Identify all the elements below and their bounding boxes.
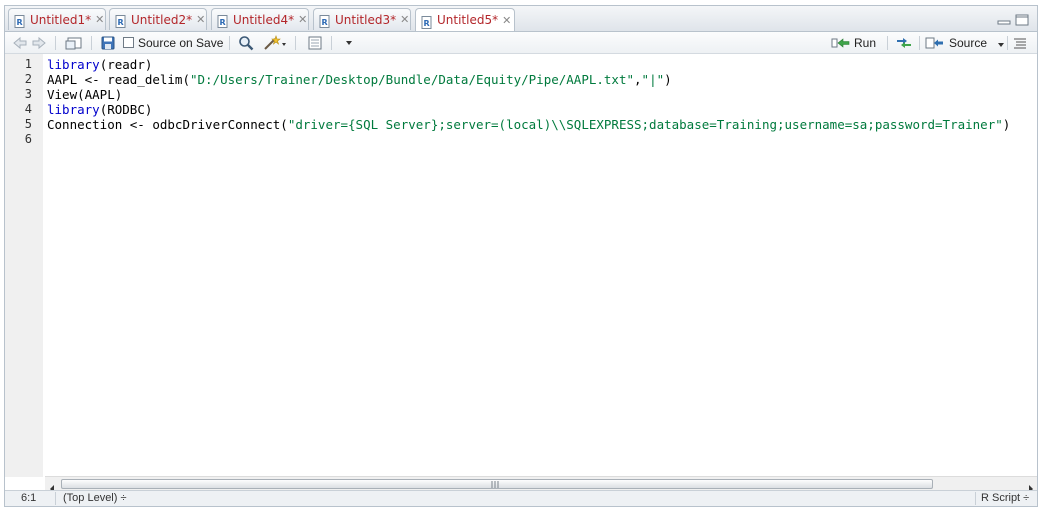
forward-arrow-icon[interactable] xyxy=(31,34,47,51)
show-in-window-icon[interactable] xyxy=(65,34,83,51)
tab-untitled2[interactable]: R Untitled2* ✕ xyxy=(109,8,207,30)
toolbar-separator xyxy=(1007,36,1008,50)
toolbar-separator xyxy=(887,36,888,50)
code-area[interactable]: library(readr) AAPL <- read_delim("D:/Use… xyxy=(47,54,1037,477)
r-script-icon: R xyxy=(319,13,331,28)
rerun-button[interactable] xyxy=(894,34,914,51)
save-icon[interactable] xyxy=(101,34,115,51)
code-line[interactable]: AAPL <- read_delim("D:/Users/Trainer/Des… xyxy=(47,72,672,87)
code-keyword: library xyxy=(47,102,100,117)
toolbar-separator xyxy=(919,36,920,50)
toolbar-separator xyxy=(55,36,56,50)
tab-label: Untitled3* xyxy=(335,12,397,27)
tab-label: Untitled2* xyxy=(131,12,193,27)
line-number-gutter: 123456 xyxy=(5,54,43,477)
code-token: Connection <- odbcDriverConnect( xyxy=(47,117,288,132)
code-string: "driver={SQL Server};server=(local)\\SQL… xyxy=(287,117,1003,132)
compile-report-icon[interactable] xyxy=(307,34,323,51)
tab-untitled1[interactable]: R Untitled1* ✕ xyxy=(8,8,106,30)
line-number: 2 xyxy=(24,72,32,86)
svg-text:R: R xyxy=(220,18,226,27)
code-tools-wand-icon[interactable] xyxy=(263,34,287,51)
back-arrow-icon[interactable] xyxy=(12,34,28,51)
tab-untitled3[interactable]: R Untitled3* ✕ xyxy=(313,8,411,30)
toolbar-separator xyxy=(331,36,332,50)
code-string: "D:/Users/Trainer/Desktop/Bundle/Data/Eq… xyxy=(190,72,635,87)
status-separator xyxy=(975,492,976,505)
source-on-save-checkbox[interactable] xyxy=(123,37,134,48)
svg-text:R: R xyxy=(322,18,328,27)
tab-bar: R Untitled1* ✕ R Untitled2* ✕ R Untitled… xyxy=(5,6,1037,32)
source-icon xyxy=(925,37,943,48)
maximize-icon[interactable] xyxy=(1015,11,1029,30)
tab-untitled4[interactable]: R Untitled4* ✕ xyxy=(211,8,309,30)
tab-label: Untitled1* xyxy=(30,12,92,27)
code-token: ) xyxy=(664,72,672,87)
r-script-icon: R xyxy=(421,14,433,29)
code-token: View(AAPL) xyxy=(47,87,123,102)
close-icon[interactable]: ✕ xyxy=(400,13,409,26)
status-separator xyxy=(55,492,56,505)
rerun-icon xyxy=(897,37,911,48)
code-string: "|" xyxy=(641,72,665,87)
search-icon[interactable] xyxy=(238,34,254,51)
source-editor-pane: R Untitled1* ✕ R Untitled2* ✕ R Untitled… xyxy=(4,5,1038,507)
code-token: AAPL <- read_delim( xyxy=(47,72,190,87)
r-script-icon: R xyxy=(217,13,229,28)
svg-text:R: R xyxy=(424,19,430,28)
line-number: 5 xyxy=(24,117,32,131)
horizontal-scrollbar[interactable] xyxy=(45,476,1037,493)
run-arrow-icon xyxy=(831,37,850,48)
svg-text:R: R xyxy=(17,18,23,27)
tab-untitled5[interactable]: R Untitled5* ✕ xyxy=(415,8,515,31)
r-script-icon: R xyxy=(14,13,26,28)
chevron-down-icon[interactable] xyxy=(997,33,1005,52)
tab-label: Untitled5* xyxy=(437,13,499,27)
scope-selector[interactable]: (Top Level) ÷ xyxy=(63,492,127,504)
scrollbar-thumb[interactable] xyxy=(61,479,933,489)
grip-icon xyxy=(491,481,499,488)
run-label: Run xyxy=(854,35,877,50)
code-editor[interactable]: 123456 library(readr) AAPL <- read_delim(… xyxy=(5,54,1037,477)
close-icon[interactable]: ✕ xyxy=(196,13,205,26)
source-label: Source xyxy=(949,35,988,50)
toolbar-separator xyxy=(295,36,296,50)
code-token: ) xyxy=(1002,117,1011,132)
file-type-selector[interactable]: R Script ÷ xyxy=(981,492,1029,504)
cursor-position: 6:1 xyxy=(21,492,37,504)
r-script-icon: R xyxy=(115,13,127,28)
code-line[interactable]: library(RODBC) xyxy=(47,102,152,117)
document-outline-icon[interactable] xyxy=(1013,34,1027,51)
code-line[interactable]: View(AAPL) xyxy=(47,87,122,102)
close-icon[interactable]: ✕ xyxy=(95,13,104,26)
code-token: (RODBC) xyxy=(99,102,153,117)
close-icon[interactable]: ✕ xyxy=(298,13,307,26)
editor-toolbar: Source on Save Run Source xyxy=(5,32,1037,54)
chevron-down-icon[interactable] xyxy=(345,34,353,51)
code-keyword: library xyxy=(47,57,100,72)
source-on-save-label: Source on Save xyxy=(138,35,224,50)
toolbar-separator xyxy=(229,36,230,50)
minimize-icon[interactable] xyxy=(997,11,1011,30)
toolbar-separator xyxy=(91,36,92,50)
line-number: 1 xyxy=(24,57,32,71)
pane-window-controls xyxy=(997,11,1029,30)
line-number: 4 xyxy=(24,102,32,116)
line-number: 6 xyxy=(24,132,32,146)
tab-label: Untitled4* xyxy=(233,12,295,27)
code-token: , xyxy=(634,72,642,87)
status-bar: 6:1 (Top Level) ÷ R Script ÷ xyxy=(5,490,1037,506)
code-token: (readr) xyxy=(99,57,153,72)
source-button[interactable]: Source xyxy=(925,34,1005,51)
close-icon[interactable]: ✕ xyxy=(502,14,511,27)
code-line[interactable]: Connection <- odbcDriverConnect("driver=… xyxy=(47,117,1010,132)
code-line[interactable]: library(readr) xyxy=(47,57,152,72)
svg-text:R: R xyxy=(118,18,124,27)
line-number: 3 xyxy=(24,87,32,101)
source-on-save-toggle[interactable]: Source on Save xyxy=(123,34,223,51)
run-button[interactable]: Run xyxy=(831,34,876,51)
